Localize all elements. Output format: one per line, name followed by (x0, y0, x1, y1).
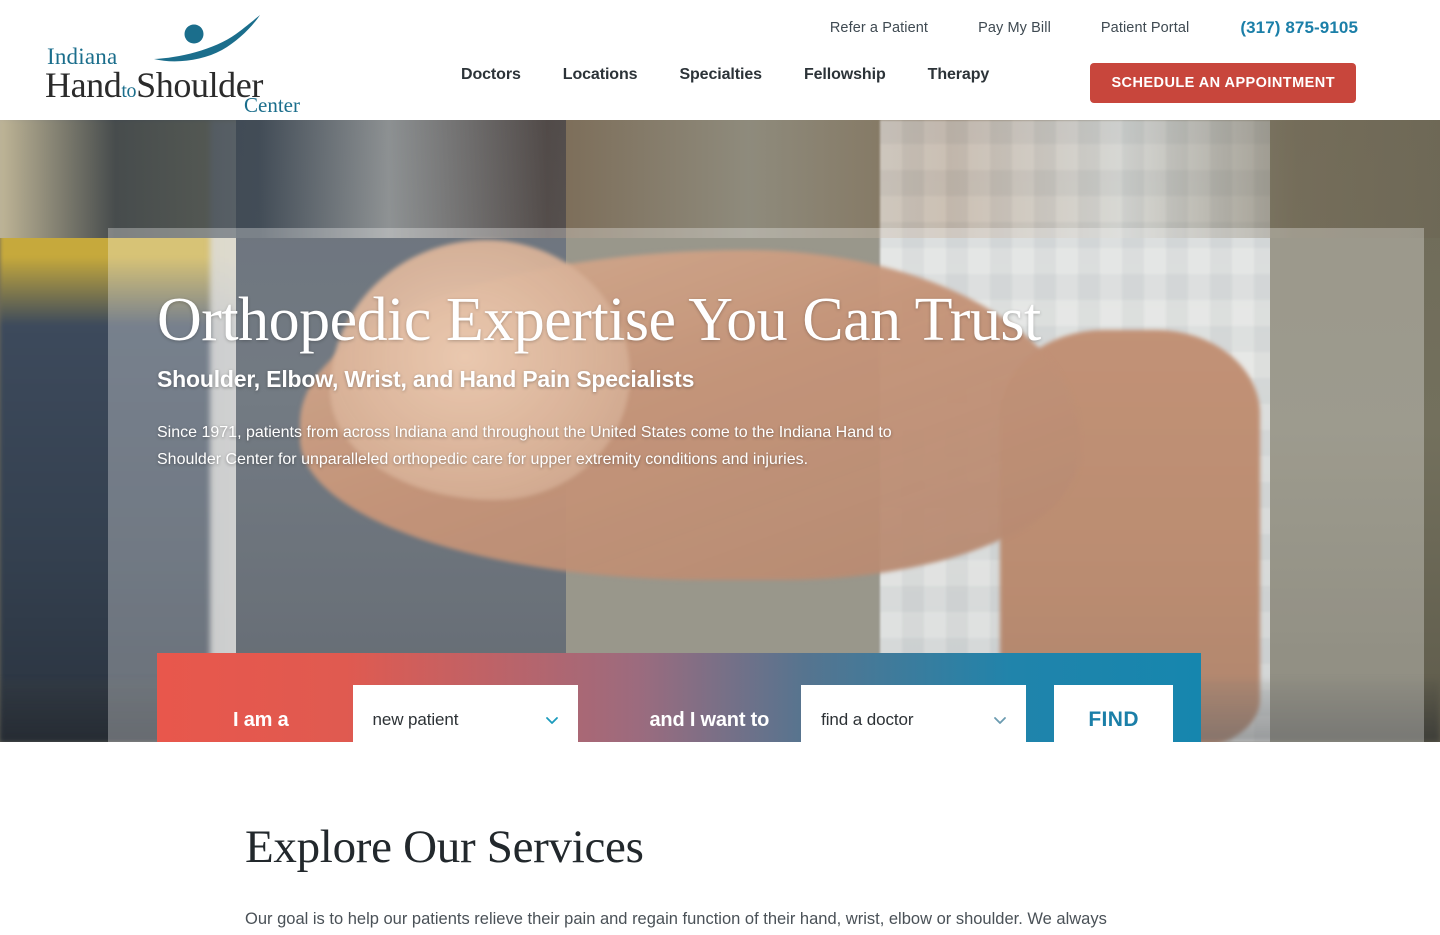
explore-our-services-section: Explore Our Services Our goal is to help… (0, 742, 1440, 935)
utility-navigation: Refer a Patient Pay My Bill Patient Port… (805, 18, 1358, 38)
main-navigation: Doctors Locations Specialties Fellowship… (440, 66, 1010, 84)
nav-item-doctors[interactable]: Doctors (440, 66, 542, 84)
finder-select-patient-type-value: new patient (372, 710, 459, 729)
phone-number-link[interactable]: (317) 875-9105 (1214, 18, 1358, 38)
utility-link-refer-a-patient[interactable]: Refer a Patient (805, 20, 953, 36)
finder-select-intent[interactable]: find a doctor (801, 684, 1027, 742)
finder-select-intent-value: find a doctor (821, 710, 914, 729)
nav-item-specialties[interactable]: Specialties (658, 66, 783, 84)
site-logo[interactable]: Indiana HandtoShoulder Center (44, 14, 300, 117)
site-header: Indiana HandtoShoulder Center Refer a Pa… (0, 0, 1440, 120)
utility-link-patient-portal[interactable]: Patient Portal (1076, 20, 1214, 36)
patient-finder-bar: I am a new patient and I want to find a … (157, 653, 1201, 742)
utility-link-pay-my-bill[interactable]: Pay My Bill (953, 20, 1076, 36)
finder-label-and-i-want-to: and I want to (649, 708, 770, 731)
hero-section: Orthopedic Expertise You Can Trust Shoul… (0, 120, 1440, 742)
logo-line-main: HandtoShoulder (45, 64, 263, 106)
nav-item-therapy[interactable]: Therapy (907, 66, 1011, 84)
services-title: Explore Our Services (245, 821, 644, 873)
hero-title: Orthopedic Expertise You Can Trust (157, 286, 1041, 354)
services-paragraph: Our goal is to help our patients relieve… (245, 910, 1107, 928)
finder-label-i-am-a: I am a (233, 708, 289, 731)
nav-item-locations[interactable]: Locations (542, 66, 659, 84)
logo-word-to: to (121, 80, 137, 102)
logo-word-hand: Hand (45, 65, 122, 105)
chevron-down-icon (994, 717, 1007, 724)
hero-subtitle: Shoulder, Elbow, Wrist, and Hand Pain Sp… (157, 366, 695, 392)
schedule-an-appointment-button[interactable]: SCHEDULE AN APPOINTMENT (1090, 63, 1356, 103)
person-swoosh-icon (154, 15, 260, 62)
hero-paragraph: Since 1971, patients from across Indiana… (157, 424, 892, 468)
find-button[interactable]: FIND (1054, 684, 1174, 742)
chevron-down-icon (545, 717, 558, 724)
finder-select-patient-type[interactable]: new patient (352, 684, 578, 742)
nav-item-fellowship[interactable]: Fellowship (783, 66, 907, 84)
logo-line-center: Center (244, 93, 300, 117)
